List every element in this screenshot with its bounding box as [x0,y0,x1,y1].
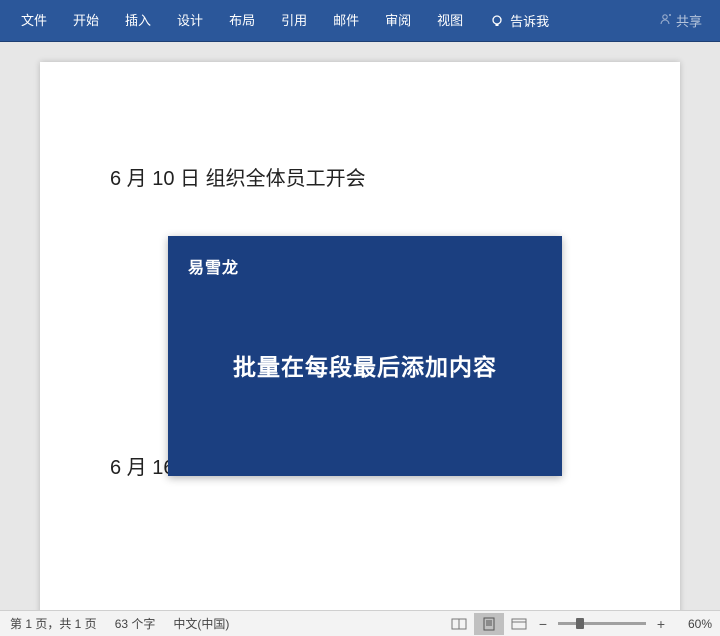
tab-design[interactable]: 设计 [164,0,216,42]
status-words[interactable]: 63 个字 [115,615,156,632]
tab-view[interactable]: 视图 [424,0,476,42]
statusbar: 第 1 页，共 1 页 63 个字 中文(中国) − + 60% [0,610,720,636]
tab-references[interactable]: 引用 [268,0,320,42]
tab-home[interactable]: 开始 [60,0,112,42]
share-label: 共享 [676,11,702,30]
zoom-out-button[interactable]: − [534,616,552,632]
tab-mailings[interactable]: 邮件 [320,0,372,42]
status-left: 第 1 页，共 1 页 63 个字 中文(中国) [10,615,229,632]
tab-review[interactable]: 审阅 [372,0,424,42]
overlay-panel: 易雪龙 批量在每段最后添加内容 [168,236,562,476]
status-right: − + 60% [444,613,712,635]
tell-me[interactable]: 告诉我 [476,0,563,42]
tab-insert[interactable]: 插入 [112,0,164,42]
view-print-layout[interactable] [474,613,504,635]
lightbulb-icon [490,14,504,28]
paragraph-1[interactable]: 6 月 10 日 组织全体员工开会 [110,162,610,191]
status-page[interactable]: 第 1 页，共 1 页 [10,615,97,632]
overlay-title: 批量在每段最后添加内容 [188,348,542,382]
zoom-in-button[interactable]: + [652,616,670,632]
tab-layout[interactable]: 布局 [216,0,268,42]
view-web-layout[interactable] [504,613,534,635]
ribbon: 文件 开始 插入 设计 布局 引用 邮件 审阅 视图 告诉我 共享 [0,0,720,42]
share-icon [658,12,672,29]
ribbon-tabs: 文件 开始 插入 设计 布局 引用 邮件 审阅 视图 告诉我 [8,0,648,42]
view-read-mode[interactable] [444,613,474,635]
zoom-percent[interactable]: 60% [678,617,712,631]
zoom-thumb[interactable] [576,618,584,629]
zoom-slider[interactable] [558,622,646,625]
share-button[interactable]: 共享 [648,11,712,30]
overlay-brand: 易雪龙 [188,254,542,278]
tell-me-label: 告诉我 [510,11,549,30]
status-language[interactable]: 中文(中国) [173,615,229,632]
tab-file[interactable]: 文件 [8,0,60,42]
document-area[interactable]: 6 月 10 日 组织全体员工开会 6 月 16 日 买一套衣服 易雪龙 批量在… [0,42,720,610]
